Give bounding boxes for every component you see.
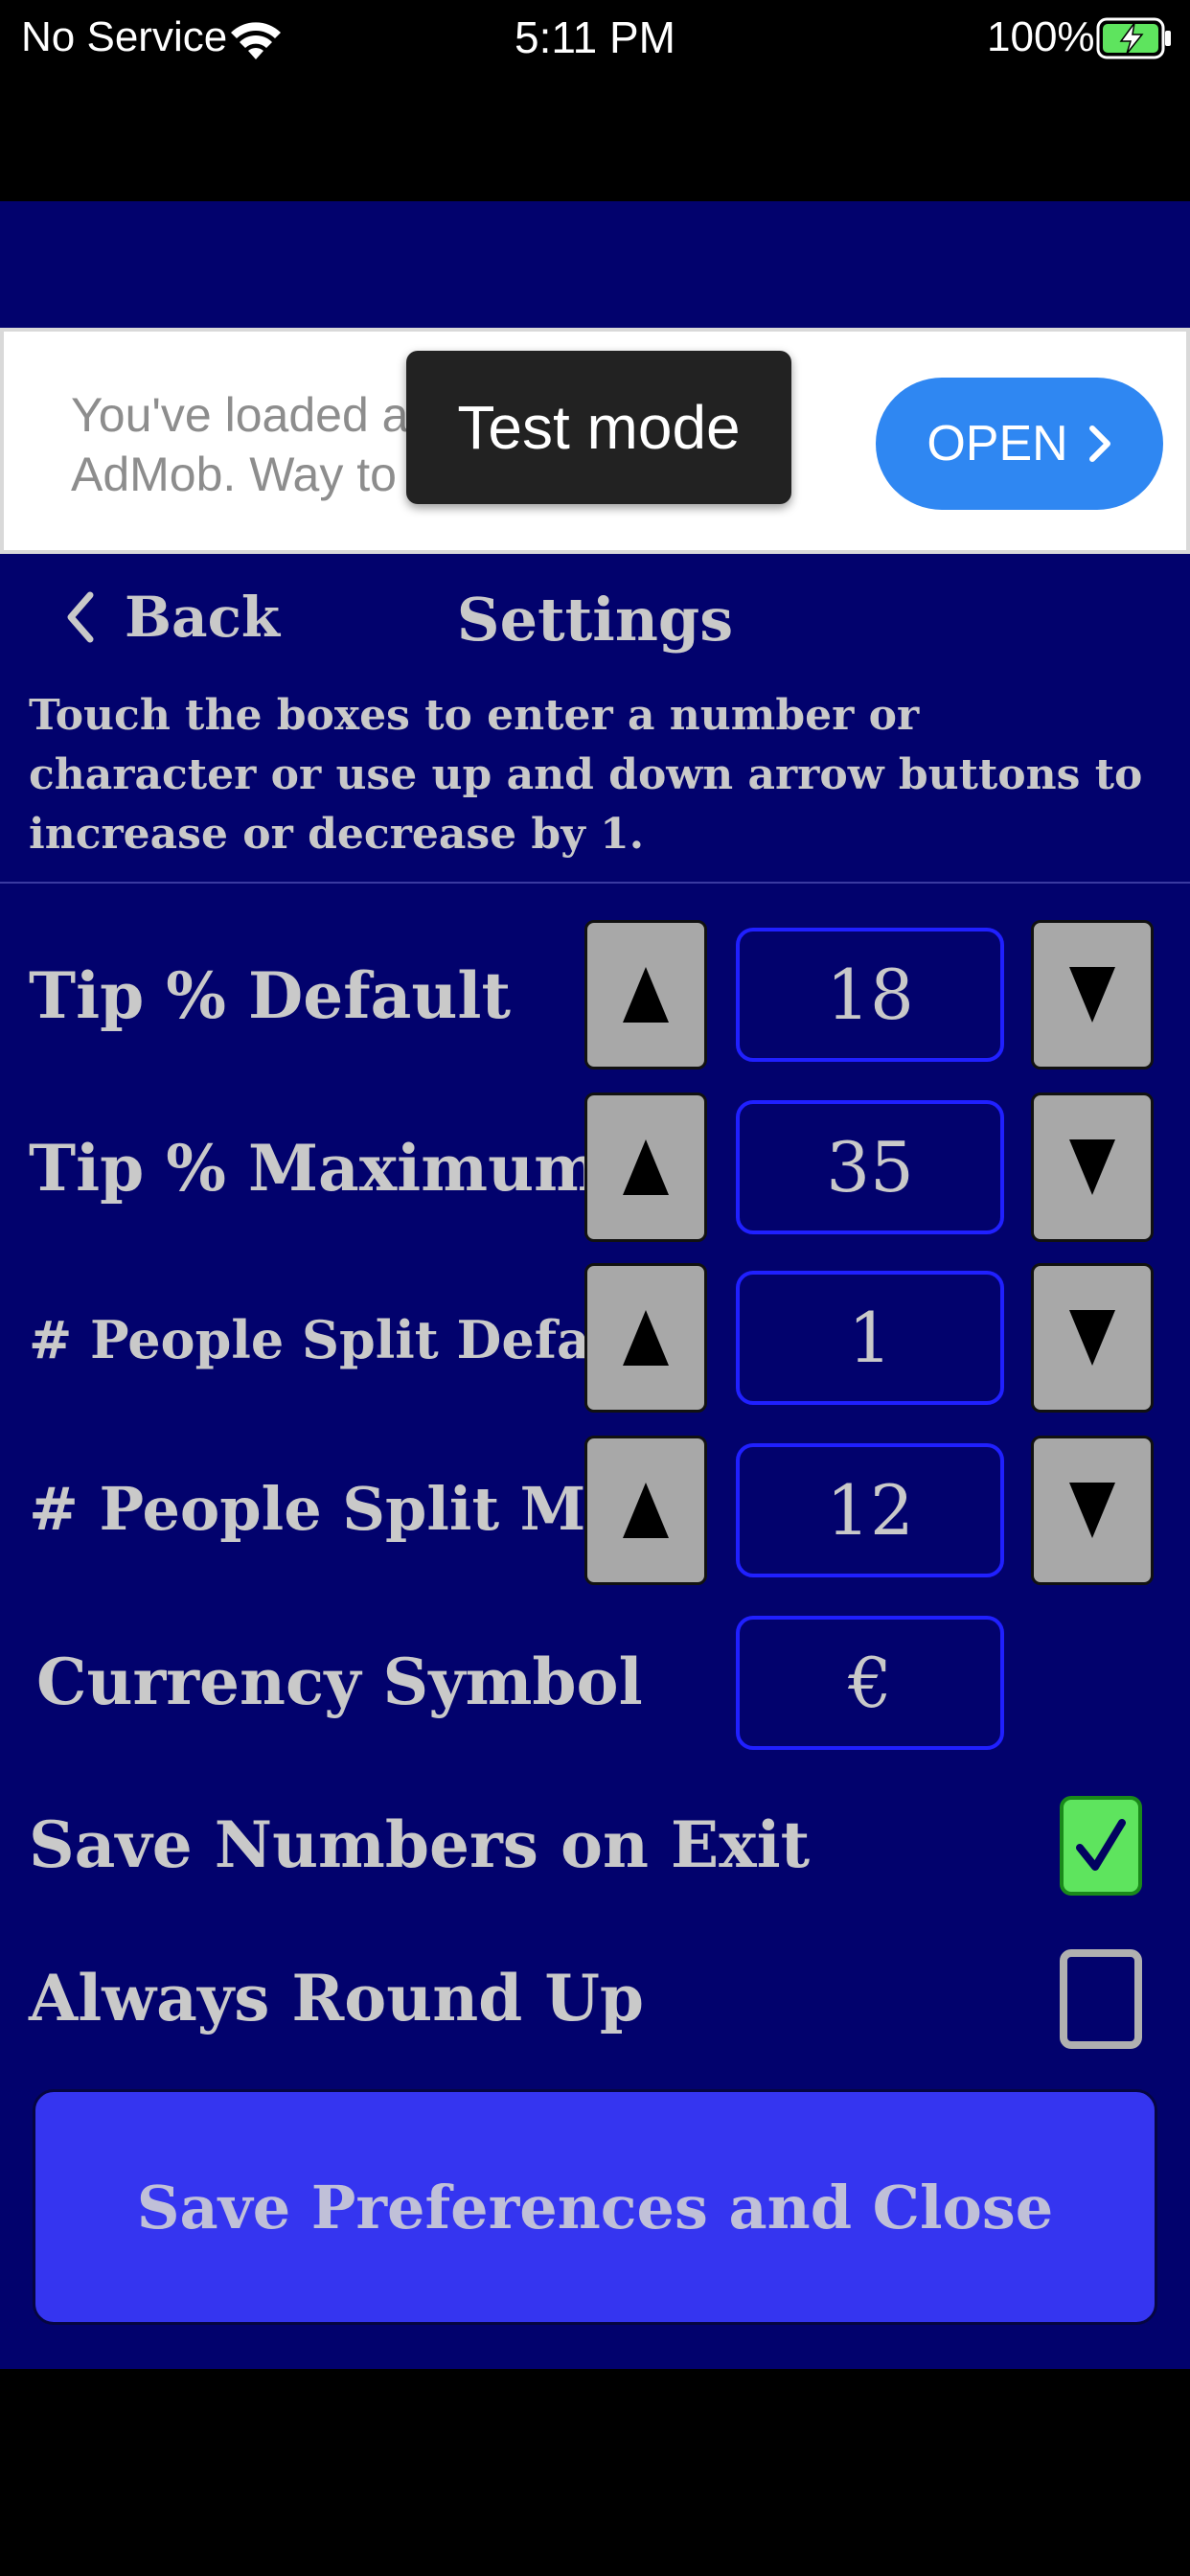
battery-charging-icon [1096, 17, 1171, 59]
save-preferences-button[interactable]: Save Preferences and Close [33, 2089, 1157, 2325]
tip-maximum-up-button[interactable] [584, 1092, 707, 1242]
arrow-up-icon [623, 1139, 669, 1195]
save-numbers-label: Save Numbers on Exit [29, 1807, 811, 1882]
checkmark-icon [1076, 1819, 1126, 1871]
arrow-down-icon [1069, 1310, 1115, 1366]
always-round-up-label: Always Round Up [29, 1961, 645, 2036]
currency-symbol-label: Currency Symbol [36, 1644, 643, 1719]
people-split-default-field[interactable]: 1 [736, 1271, 1004, 1405]
people-split-max-label: # People Split Max [29, 1474, 660, 1544]
arrow-up-icon [623, 967, 669, 1023]
status-bar: No Service 5:11 PM 100% [0, 0, 1190, 86]
arrow-up-icon [623, 1483, 669, 1538]
people-split-max-up-button[interactable] [584, 1436, 707, 1585]
tip-default-down-button[interactable] [1031, 920, 1154, 1070]
test-mode-toast: Test mode [406, 351, 791, 504]
page-title: Settings [456, 585, 734, 655]
people-split-default-up-button[interactable] [584, 1263, 707, 1413]
ad-open-label: OPEN [927, 416, 1068, 472]
ad-text: You've loaded a AdMob. Way to g [71, 385, 437, 504]
ad-text-line2: AdMob. Way to g [71, 448, 437, 501]
save-numbers-checkbox[interactable] [1060, 1796, 1142, 1896]
tip-maximum-down-button[interactable] [1031, 1092, 1154, 1242]
arrow-up-icon [623, 1310, 669, 1366]
instructions-text: Touch the boxes to enter a number or cha… [29, 691, 1143, 859]
people-split-default-down-button[interactable] [1031, 1263, 1154, 1413]
battery-percentage: 100% [987, 13, 1095, 60]
people-split-max-field[interactable]: 12 [736, 1443, 1004, 1577]
currency-symbol-field[interactable]: € [736, 1616, 1004, 1750]
chevron-right-icon [1088, 426, 1110, 462]
people-split-default-label: # People Split Default [29, 1309, 672, 1370]
arrow-down-icon [1069, 967, 1115, 1023]
divider [0, 882, 1190, 884]
always-round-up-checkbox[interactable] [1060, 1949, 1142, 2049]
tip-default-up-button[interactable] [584, 920, 707, 1070]
ad-text-line1: You've loaded a [71, 388, 409, 442]
tip-maximum-label: Tip % Maximum [29, 1131, 601, 1206]
tip-default-label: Tip % Default [29, 958, 511, 1033]
ad-open-button[interactable]: OPEN [876, 378, 1163, 510]
tip-maximum-field[interactable]: 35 [736, 1100, 1004, 1234]
arrow-down-icon [1069, 1483, 1115, 1538]
arrow-down-icon [1069, 1139, 1115, 1195]
people-split-max-down-button[interactable] [1031, 1436, 1154, 1585]
ad-banner[interactable]: You've loaded a AdMob. Way to g Test mod… [0, 328, 1190, 554]
tip-default-field[interactable]: 18 [736, 928, 1004, 1062]
